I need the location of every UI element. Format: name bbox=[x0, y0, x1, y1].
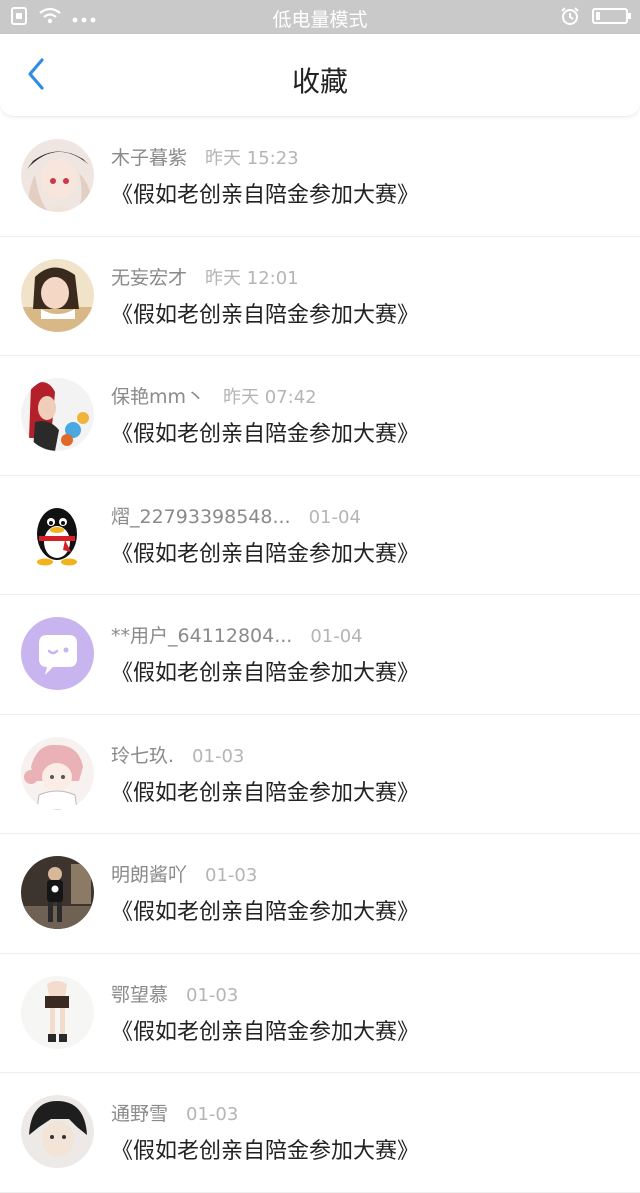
username[interactable]: 木子暮紫 bbox=[111, 143, 187, 170]
timestamp: 01-03 bbox=[186, 1104, 239, 1125]
avatar[interactable] bbox=[21, 378, 94, 451]
article-title[interactable]: 《假如老创亲自陪金参加大赛》 bbox=[111, 297, 419, 329]
item-meta: 通野雪 01-03 bbox=[111, 1099, 238, 1126]
username[interactable]: 玲七玖. bbox=[111, 741, 174, 768]
article-title[interactable]: 《假如老创亲自陪金参加大赛》 bbox=[111, 536, 419, 568]
avatar[interactable] bbox=[21, 617, 94, 690]
article-title[interactable]: 《假如老创亲自陪金参加大赛》 bbox=[111, 775, 419, 807]
item-meta: **用户_64112804... 01-04 bbox=[111, 621, 363, 648]
timestamp: 01-03 bbox=[192, 745, 245, 767]
username[interactable]: 熠_22793398548... bbox=[111, 502, 291, 529]
avatar[interactable] bbox=[21, 856, 94, 929]
avatar[interactable] bbox=[21, 975, 94, 1049]
list-item[interactable]: 通野雪 01-03 《假如老创亲自陪金参加大赛》 bbox=[0, 1073, 640, 1193]
username[interactable]: 无妄宏才 bbox=[111, 263, 187, 290]
article-title[interactable]: 《假如老创亲自陪金参加大赛》 bbox=[111, 894, 419, 926]
item-meta: 木子暮紫 昨天 15:23 bbox=[111, 143, 299, 170]
list-item[interactable]: 明朗酱吖 01-03 《假如老创亲自陪金参加大赛》 bbox=[0, 834, 640, 954]
timestamp: 昨天 07:42 bbox=[223, 387, 317, 408]
status-bar: 低电量模式 bbox=[0, 0, 640, 34]
list-item[interactable]: 鄂望慕 01-03 《假如老创亲自陪金参加大赛》 bbox=[0, 954, 640, 1073]
item-meta: 明朗酱吖 01-03 bbox=[111, 860, 257, 887]
item-meta: 保艳mm丶 昨天 07:42 bbox=[111, 382, 317, 409]
list-item[interactable]: 无妄宏才 昨天 12:01 《假如老创亲自陪金参加大赛》 bbox=[0, 237, 640, 356]
list-item[interactable]: **用户_64112804... 01-04 《假如老创亲自陪金参加大赛》 bbox=[0, 595, 640, 715]
username[interactable]: 鄂望慕 bbox=[111, 980, 168, 1007]
list-item[interactable]: 玲七玖. 01-03 《假如老创亲自陪金参加大赛》 bbox=[0, 715, 640, 834]
list-item[interactable]: 保艳mm丶 昨天 07:42 《假如老创亲自陪金参加大赛》 bbox=[0, 356, 640, 476]
timestamp: 昨天 15:23 bbox=[205, 148, 299, 169]
favorites-list: 木子暮紫 昨天 15:23 《假如老创亲自陪金参加大赛》 无妄宏才 昨天 12:… bbox=[0, 117, 640, 1193]
timestamp: 01-03 bbox=[186, 984, 239, 1006]
avatar[interactable] bbox=[21, 497, 94, 571]
article-title[interactable]: 《假如老创亲自陪金参加大赛》 bbox=[111, 1014, 419, 1046]
battery-icon bbox=[592, 7, 632, 29]
timestamp: 01-03 bbox=[205, 865, 258, 886]
username[interactable]: 通野雪 bbox=[111, 1099, 168, 1126]
username[interactable]: 明朗酱吖 bbox=[111, 860, 187, 887]
username[interactable]: **用户_64112804... bbox=[111, 621, 292, 648]
item-meta: 无妄宏才 昨天 12:01 bbox=[111, 263, 299, 290]
item-meta: 熠_22793398548... 01-04 bbox=[111, 502, 361, 529]
article-title[interactable]: 《假如老创亲自陪金参加大赛》 bbox=[111, 655, 419, 687]
timestamp: 01-04 bbox=[310, 626, 363, 647]
item-meta: 鄂望慕 01-03 bbox=[111, 980, 238, 1007]
article-title[interactable]: 《假如老创亲自陪金参加大赛》 bbox=[111, 177, 419, 209]
avatar[interactable] bbox=[21, 139, 94, 212]
status-right-icons bbox=[560, 6, 632, 30]
low-power-mode-label: 低电量模式 bbox=[272, 9, 368, 31]
item-meta: 玲七玖. 01-03 bbox=[111, 741, 244, 768]
list-item[interactable]: 熠_22793398548... 01-04 《假如老创亲自陪金参加大赛》 bbox=[0, 476, 640, 595]
timestamp: 01-04 bbox=[308, 506, 361, 528]
list-item[interactable]: 木子暮紫 昨天 15:23 《假如老创亲自陪金参加大赛》 bbox=[0, 117, 640, 237]
article-title[interactable]: 《假如老创亲自陪金参加大赛》 bbox=[111, 416, 419, 448]
avatar[interactable] bbox=[21, 1095, 94, 1168]
navigation-bar: 收藏 bbox=[0, 34, 640, 117]
page-title: 收藏 bbox=[291, 65, 348, 98]
avatar[interactable] bbox=[21, 736, 94, 810]
username[interactable]: 保艳mm丶 bbox=[111, 382, 205, 409]
avatar[interactable] bbox=[21, 258, 94, 332]
timestamp: 昨天 12:01 bbox=[205, 267, 299, 289]
alarm-icon bbox=[560, 6, 580, 30]
